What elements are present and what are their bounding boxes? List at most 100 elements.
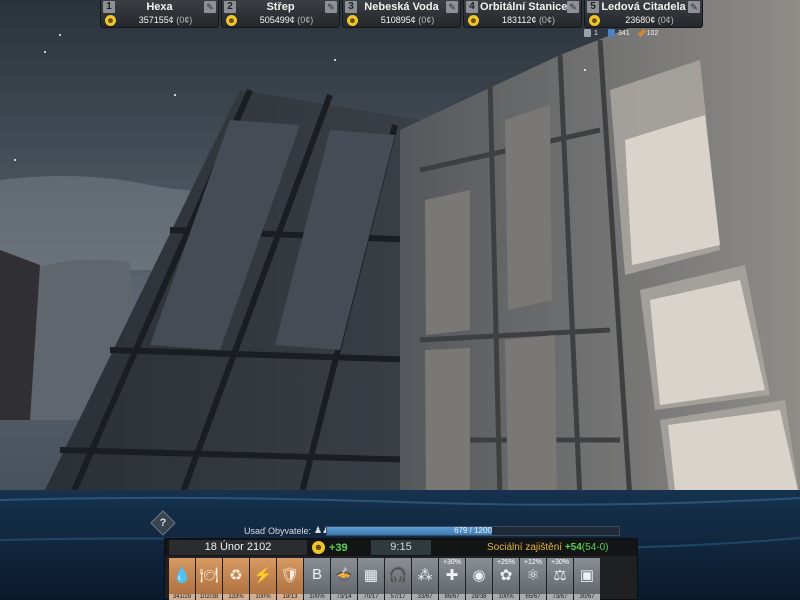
settle-residents-label: Usaď Obyvatele: — [244, 526, 312, 536]
happiness-value: +39 — [329, 541, 348, 554]
happiness-indicator[interactable]: ☻ +39 — [312, 540, 348, 555]
edit-icon[interactable]: ✎ — [446, 1, 458, 13]
tile-value: 102/38 — [196, 594, 222, 600]
tile-value: 65/67 — [520, 594, 546, 600]
tile-value: 341/28 — [169, 594, 195, 600]
tile-value: 30/67 — [574, 594, 600, 600]
colony-money: 505499¢ (0¢) — [259, 15, 314, 25]
colony-name: Hexa — [146, 1, 173, 13]
need-tile[interactable]: ▣ 30/67 — [574, 558, 600, 600]
restaurant-icon: 🍲 — [334, 567, 354, 584]
colony-tab-1[interactable]: 1 Hexa ✎ ☻ 357155¢ (0¢) — [100, 0, 219, 28]
need-tile[interactable]: 🍽 102/38 — [196, 558, 222, 600]
edit-icon[interactable]: ✎ — [567, 1, 579, 13]
needs-tiles: 💧 341/28 🍽 102/38 ♻ 133% ⚡ 100% 🛡 19/13 B 100% 🍲 73/1… — [169, 558, 600, 600]
justice-icon: ⚖ — [553, 567, 567, 584]
resource-battery: 341 — [607, 29, 630, 37]
tile-value: 133% — [223, 594, 249, 600]
colony-tab-4[interactable]: 4 Orbitální Stanice ✎ ☻ 183112¢ (0¢) — [463, 0, 582, 28]
colony-money: 357155¢ (0¢) — [138, 15, 193, 25]
industry-icon: ▣ — [579, 567, 595, 584]
tile-value: 19/13 — [277, 594, 303, 600]
population-progress-text: 679 / 1200 — [454, 526, 492, 535]
tile-bonus: +12% — [523, 559, 543, 566]
population-progress-bar[interactable]: 679 / 1200 — [326, 526, 620, 536]
colony-money: 23680¢ (0¢) — [625, 15, 674, 25]
need-tile[interactable]: +30% ⚖ 73/67 — [547, 558, 573, 600]
need-tile[interactable]: ◉ 28/38 — [466, 558, 492, 600]
need-tile[interactable]: ♻ 133% — [223, 558, 249, 600]
happiness-icon: ☻ — [312, 541, 325, 554]
tile-value: 28/38 — [466, 594, 492, 600]
tile-value: 57/17 — [385, 594, 411, 600]
resource-hammer: 102 — [637, 28, 658, 38]
game-date: 18 Únor 2102 — [169, 540, 307, 555]
tile-value: 73/14 — [331, 594, 357, 600]
need-tile[interactable]: ▦ 70/17 — [358, 558, 384, 600]
need-tile[interactable]: +12% ⚛ 65/67 — [520, 558, 546, 600]
tile-value: 100% — [304, 594, 330, 600]
medical-icon: ✚ — [445, 567, 459, 584]
colony-tabs: 1 Hexa ✎ ☻ 357155¢ (0¢) 2 Střep ✎ ☻ 5054… — [100, 0, 703, 28]
tile-value: 70/17 — [358, 594, 384, 600]
colony-name: Ledová Citadela — [601, 1, 686, 13]
bottom-hud: 18 Únor 2102 ☻ +39 9:15 Sociální zajiště… — [164, 538, 638, 600]
tile-value: 100% — [493, 594, 519, 600]
need-tile[interactable]: B 100% — [304, 558, 330, 600]
hammer-icon — [637, 28, 646, 38]
oxygen-icon — [584, 29, 591, 37]
colony-name: Střep — [266, 1, 295, 13]
colony-name: Nebeská Voda — [364, 1, 439, 13]
tile-value: 73/67 — [547, 594, 573, 600]
need-tile[interactable]: ⁂ 33/67 — [412, 558, 438, 600]
tile-bonus: +25% — [496, 559, 516, 566]
battery-icon — [607, 29, 615, 37]
happiness-icon: ☻ — [226, 15, 237, 26]
hud-status-row: 18 Únor 2102 ☻ +39 9:15 Sociální zajiště… — [165, 539, 637, 556]
resource-counters: 1 341 102 — [584, 28, 658, 38]
colony-money: 183112¢ (0¢) — [502, 15, 555, 25]
need-tile[interactable]: 🛡 19/13 — [277, 558, 303, 600]
happiness-icon: ☻ — [105, 15, 116, 26]
water-icon: 💧 — [172, 567, 192, 584]
edit-icon[interactable]: ✎ — [688, 1, 700, 13]
colony-tab-3[interactable]: 3 Nebeská Voda ✎ ☻ 510895¢ (0¢) — [342, 0, 461, 28]
colony-number: 3 — [345, 1, 357, 13]
colony-number: 4 — [466, 1, 478, 13]
social-security-indicator[interactable]: Sociální zajištění +54(54-0) — [487, 540, 608, 555]
game-viewport[interactable] — [0, 0, 800, 600]
need-tile[interactable]: +30% ✚ 86/67 — [439, 558, 465, 600]
need-tile[interactable]: 🎧 57/17 — [385, 558, 411, 600]
scene-render — [0, 0, 800, 600]
colony-tab-5[interactable]: 5 Ledová Citadela ✎ ☻ 23680¢ (0¢) — [584, 0, 703, 28]
recycle-icon: ♻ — [229, 567, 243, 584]
colony-number: 2 — [224, 1, 236, 13]
tile-bonus: +30% — [550, 559, 570, 566]
need-tile[interactable]: ⚡ 100% — [250, 558, 276, 600]
need-tile[interactable]: 💧 341/28 — [169, 558, 195, 600]
game-clock: 9:15 — [371, 540, 431, 555]
happiness-icon: ☻ — [468, 15, 479, 26]
population-icon: ⁂ — [417, 567, 433, 584]
entertainment-icon: 🎧 — [388, 567, 408, 584]
security-icon: 🛡 — [280, 567, 300, 584]
colony-number: 1 — [103, 1, 115, 13]
tile-value: 33/67 — [412, 594, 438, 600]
need-tile[interactable]: 🍲 73/14 — [331, 558, 357, 600]
colony-tab-2[interactable]: 2 Střep ✎ ☻ 505499¢ (0¢) — [221, 0, 340, 28]
research-icon: ⚛ — [526, 567, 540, 584]
happiness-icon: ☻ — [589, 15, 600, 26]
need-tile[interactable]: +25% ✿ 100% — [493, 558, 519, 600]
tile-value: 100% — [250, 594, 276, 600]
tile-value: 86/67 — [439, 594, 465, 600]
power-icon: ⚡ — [253, 567, 273, 584]
edit-icon[interactable]: ✎ — [204, 1, 216, 13]
robot-icon: ◉ — [472, 567, 486, 584]
edit-icon[interactable]: ✎ — [325, 1, 337, 13]
help-icon: ? — [159, 517, 167, 529]
colony-number: 5 — [587, 1, 599, 13]
education-icon: B — [311, 566, 322, 583]
happiness-icon: ☻ — [347, 15, 358, 26]
colony-name: Orbitální Stanice — [480, 1, 568, 13]
tile-bonus: +30% — [442, 559, 462, 566]
